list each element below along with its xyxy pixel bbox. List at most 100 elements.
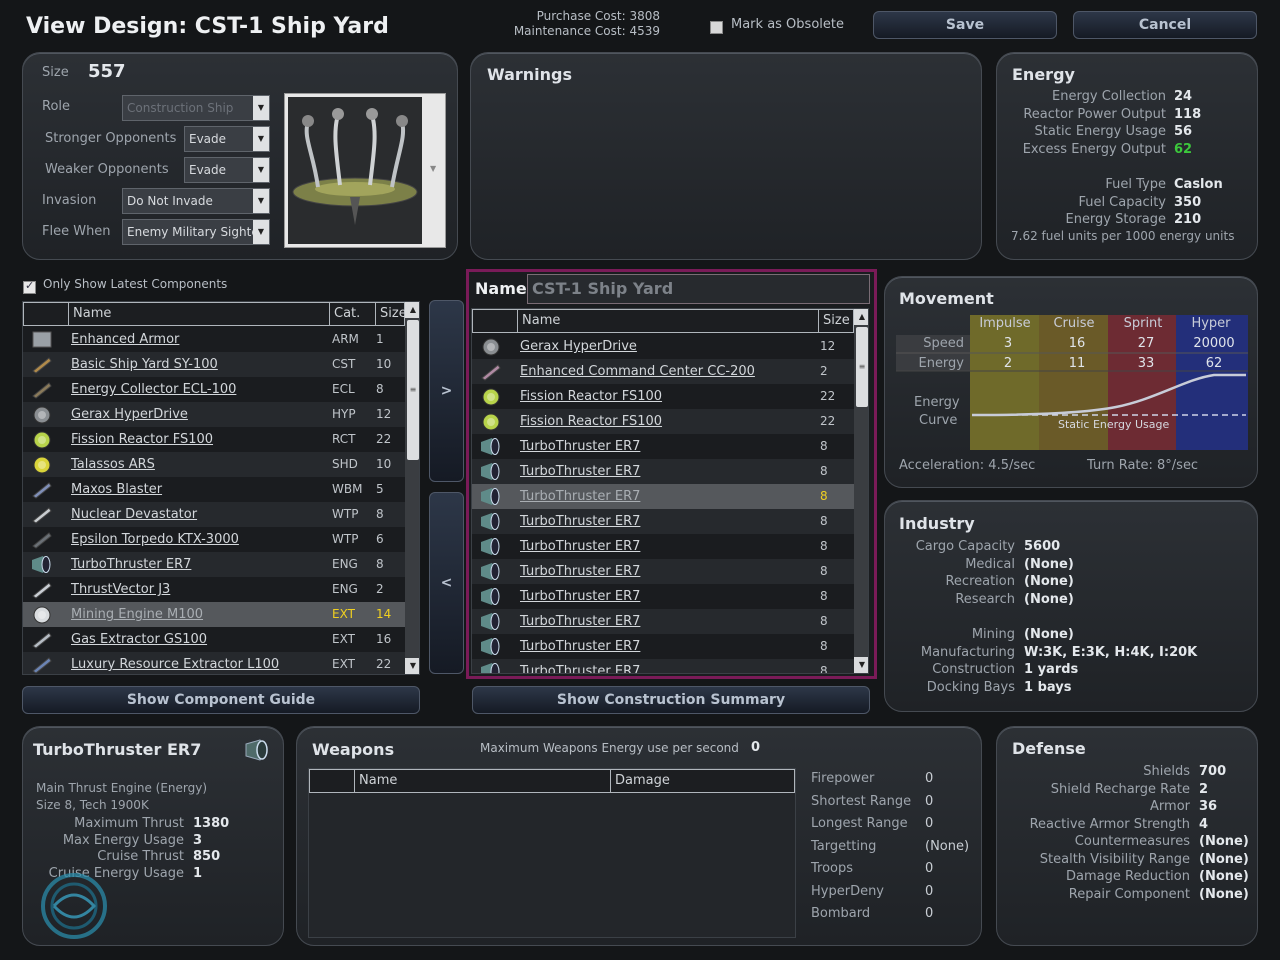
ship-component-row[interactable]: TurboThruster ER7 8 xyxy=(472,634,854,659)
component-row[interactable]: Talassos ARS SHD 10 xyxy=(23,452,405,477)
ship-component-row[interactable]: TurboThruster ER7 8 xyxy=(472,659,854,673)
component-name[interactable]: Luxury Resource Extractor L100 xyxy=(71,652,279,674)
ship-component-row[interactable]: Gerax HyperDrive 12 xyxy=(472,334,854,359)
component-name[interactable]: Nuclear Devastator xyxy=(71,502,197,527)
ship-component-name[interactable]: Gerax HyperDrive xyxy=(520,334,637,359)
component-name[interactable]: Epsilon Torpedo KTX-3000 xyxy=(71,527,239,552)
component-name[interactable]: Gas Extractor GS100 xyxy=(71,627,207,652)
ship-components-scrollbar[interactable]: ▲ ≡ ▼ xyxy=(854,309,868,673)
ship-component-name[interactable]: TurboThruster ER7 xyxy=(520,634,640,659)
scroll-up-icon[interactable]: ▲ xyxy=(405,302,419,318)
component-name[interactable]: Energy Collector ECL-100 xyxy=(71,377,236,402)
component-row[interactable]: Enhanced Armor ARM 1 xyxy=(23,327,405,352)
ship-component-row[interactable]: TurboThruster ER7 8 xyxy=(472,434,854,459)
component-row[interactable]: Basic Ship Yard SY-100 CST 10 xyxy=(23,352,405,377)
save-button[interactable]: Save xyxy=(873,11,1057,39)
ship-component-row[interactable]: Fission Reactor FS100 22 xyxy=(472,409,854,434)
scroll-thumb[interactable]: ≡ xyxy=(407,320,419,460)
component-row[interactable]: Fission Reactor FS100 RCT 22 xyxy=(23,427,405,452)
component-name[interactable]: Enhanced Armor xyxy=(71,327,179,352)
ship-name-label: Name xyxy=(475,279,527,298)
invasion-select[interactable]: Do Not Invade ▼ xyxy=(122,188,270,214)
stronger-select[interactable]: Evade ▼ xyxy=(184,126,270,152)
ship-component-row[interactable]: TurboThruster ER7 8 xyxy=(472,559,854,584)
component-category: HYP xyxy=(332,407,356,421)
component-size: 10 xyxy=(376,357,392,371)
ship-component-row[interactable]: TurboThruster ER7 8 xyxy=(472,584,854,609)
ship-component-name[interactable]: Enhanced Command Center CC-200 xyxy=(520,359,755,384)
role-select[interactable]: Construction Ship ▼ xyxy=(122,95,270,121)
component-name[interactable]: Talassos ARS xyxy=(71,452,155,477)
add-component-button[interactable]: > xyxy=(429,300,464,482)
ship-component-row[interactable]: Fission Reactor FS100 22 xyxy=(472,384,854,409)
ship-name-input[interactable]: CST-1 Ship Yard xyxy=(527,274,870,304)
torpedo-icon xyxy=(31,530,53,549)
cancel-button[interactable]: Cancel xyxy=(1073,11,1257,39)
component-name[interactable]: TurboThruster ER7 xyxy=(71,552,191,577)
flee-value: Enemy Military Sighted xyxy=(127,225,267,239)
ship-component-row[interactable]: TurboThruster ER7 8 xyxy=(472,609,854,634)
industry-stat-value: W:3K, E:3K, H:4K, I:20K xyxy=(1024,644,1198,660)
component-name[interactable]: Gerax HyperDrive xyxy=(71,402,188,427)
flee-select[interactable]: Enemy Military Sighted ▼ xyxy=(122,219,270,245)
energy-title: Energy xyxy=(1012,65,1075,84)
component-size: 22 xyxy=(376,657,392,671)
scroll-thumb[interactable]: ≡ xyxy=(856,327,868,407)
ship-component-name[interactable]: TurboThruster ER7 xyxy=(520,484,640,509)
ship-component-name[interactable]: TurboThruster ER7 xyxy=(520,509,640,534)
ship-component-row[interactable]: TurboThruster ER7 8 xyxy=(472,509,854,534)
flee-label: Flee When xyxy=(42,224,111,239)
components-scrollbar[interactable]: ▲ ≡ ▼ xyxy=(405,302,419,674)
component-name[interactable]: ThrustVector J3 xyxy=(71,577,170,602)
component-row[interactable]: TurboThruster ER7 ENG 8 xyxy=(23,552,405,577)
component-row[interactable]: Energy Collector ECL-100 ECL 8 xyxy=(23,377,405,402)
component-name[interactable]: Maxos Blaster xyxy=(71,477,162,502)
component-row[interactable]: Epsilon Torpedo KTX-3000 WTP 6 xyxy=(23,527,405,552)
ship-col-size-header[interactable]: Size xyxy=(818,310,854,332)
col-cat-header[interactable]: Cat. xyxy=(329,303,371,325)
component-name[interactable]: Mining Engine M100 xyxy=(71,602,203,627)
ship-component-name[interactable]: TurboThruster ER7 xyxy=(520,559,640,584)
component-row[interactable]: Gas Extractor GS100 EXT 16 xyxy=(23,627,405,652)
component-row[interactable]: Mining Engine M100 EXT 14 xyxy=(23,602,405,627)
weaker-select[interactable]: Evade ▼ xyxy=(184,157,270,183)
ship-component-row[interactable]: Enhanced Command Center CC-200 2 xyxy=(472,359,854,384)
ship-image-picker[interactable]: ▼ xyxy=(284,93,446,248)
ship-component-row[interactable]: TurboThruster ER7 8 xyxy=(472,534,854,559)
ship-component-row[interactable]: TurboThruster ER7 8 xyxy=(472,484,854,509)
remove-component-button[interactable]: < xyxy=(429,492,464,674)
col-size-header[interactable]: Size xyxy=(375,303,405,325)
industry-stat-value: 1 bays xyxy=(1024,679,1072,695)
ship-component-row[interactable]: TurboThruster ER7 8 xyxy=(472,459,854,484)
component-row[interactable]: Maxos Blaster WBM 5 xyxy=(23,477,405,502)
ship-component-name[interactable]: TurboThruster ER7 xyxy=(520,584,640,609)
obsolete-checkbox[interactable] xyxy=(710,21,723,34)
component-row[interactable]: Nuclear Devastator WTP 8 xyxy=(23,502,405,527)
ship-component-name[interactable]: TurboThruster ER7 xyxy=(520,659,640,673)
show-component-guide-button[interactable]: Show Component Guide xyxy=(22,686,420,714)
only-latest-checkbox[interactable]: ✓ xyxy=(23,279,36,294)
ship-component-name[interactable]: TurboThruster ER7 xyxy=(520,434,640,459)
ship-component-name[interactable]: Fission Reactor FS100 xyxy=(520,384,662,409)
weapons-col-damage-header[interactable]: Damage xyxy=(610,770,795,792)
component-row[interactable]: ThrustVector J3 ENG 2 xyxy=(23,577,405,602)
weapons-col-name-header[interactable]: Name xyxy=(354,770,610,792)
industry-stat-value: 1 yards xyxy=(1024,662,1079,677)
ship-components-table: Name Size Gerax HyperDrive 12 Enhanced Com… xyxy=(471,308,869,674)
col-name-header[interactable]: Name xyxy=(68,303,328,325)
scroll-up-icon[interactable]: ▲ xyxy=(854,309,868,325)
ship-component-name[interactable]: TurboThruster ER7 xyxy=(520,609,640,634)
show-construction-summary-button[interactable]: Show Construction Summary xyxy=(472,686,870,714)
ship-col-name-header[interactable]: Name xyxy=(517,310,817,332)
component-name[interactable]: Fission Reactor FS100 xyxy=(71,427,213,452)
ship-component-name[interactable]: Fission Reactor FS100 xyxy=(520,409,662,434)
component-row[interactable]: Gerax HyperDrive HYP 12 xyxy=(23,402,405,427)
component-name[interactable]: Basic Ship Yard SY-100 xyxy=(71,352,218,377)
ship-component-name[interactable]: TurboThruster ER7 xyxy=(520,534,640,559)
industry-stat-label: Cargo Capacity xyxy=(915,539,1015,554)
invasion-value: Do Not Invade xyxy=(127,194,213,208)
scroll-down-icon[interactable]: ▼ xyxy=(854,657,868,673)
ship-component-name[interactable]: TurboThruster ER7 xyxy=(520,459,640,484)
component-row[interactable]: Luxury Resource Extractor L100 EXT 22 xyxy=(23,652,405,674)
scroll-down-icon[interactable]: ▼ xyxy=(405,658,419,674)
